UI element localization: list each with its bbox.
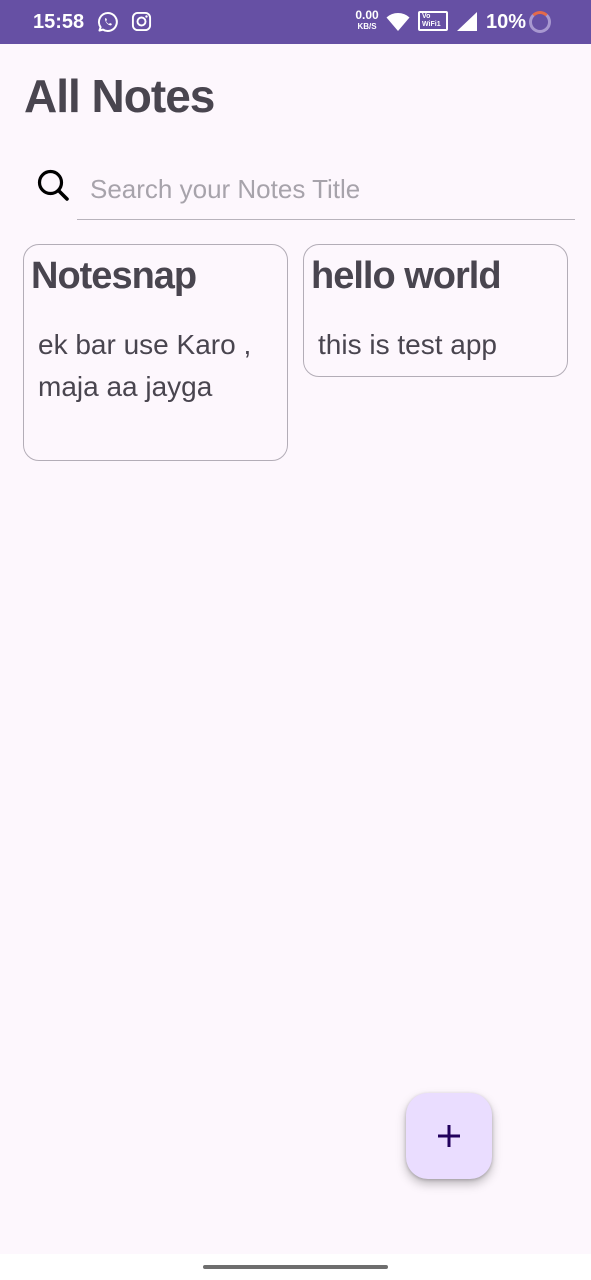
search-icon <box>37 169 69 201</box>
vowifi-sim-label: 1 <box>436 21 441 28</box>
network-speed-unit: KB/S <box>357 22 377 31</box>
plus-icon <box>438 1125 460 1147</box>
status-bar: 15:58 0.00 KB/S Vo WiFi1 10% <box>0 0 591 44</box>
vowifi-bottom-label: WiFi <box>422 21 437 28</box>
note-body: this is test app <box>318 329 497 360</box>
whatsapp-icon <box>97 11 118 32</box>
add-note-button[interactable] <box>406 1093 492 1179</box>
page-title: All Notes <box>24 70 215 122</box>
battery-icon <box>529 11 551 33</box>
note-card-hello-world[interactable]: hello world this is test app <box>303 244 568 377</box>
battery-percent: 10% <box>486 11 527 33</box>
signal-icon <box>457 12 477 31</box>
wifi-icon <box>386 13 410 31</box>
instagram-icon <box>131 11 152 32</box>
note-body: ek bar use Karo , maja aa jayga <box>38 329 252 402</box>
vowifi-icon: Vo WiFi1 <box>418 11 448 31</box>
home-indicator[interactable] <box>203 1265 388 1269</box>
note-card-notesnap[interactable]: Notesnap ek bar use Karo , maja aa jayga <box>23 244 288 461</box>
status-time: 15:58 <box>33 11 85 33</box>
note-title: hello world <box>311 255 502 297</box>
network-speed-value: 0.00 <box>355 8 379 22</box>
note-title: Notesnap <box>31 255 197 297</box>
network-speed: 0.00 KB/S <box>352 8 382 32</box>
search-input[interactable] <box>77 160 575 220</box>
navigation-bar <box>0 1254 591 1280</box>
vowifi-top-label: Vo <box>422 13 431 20</box>
